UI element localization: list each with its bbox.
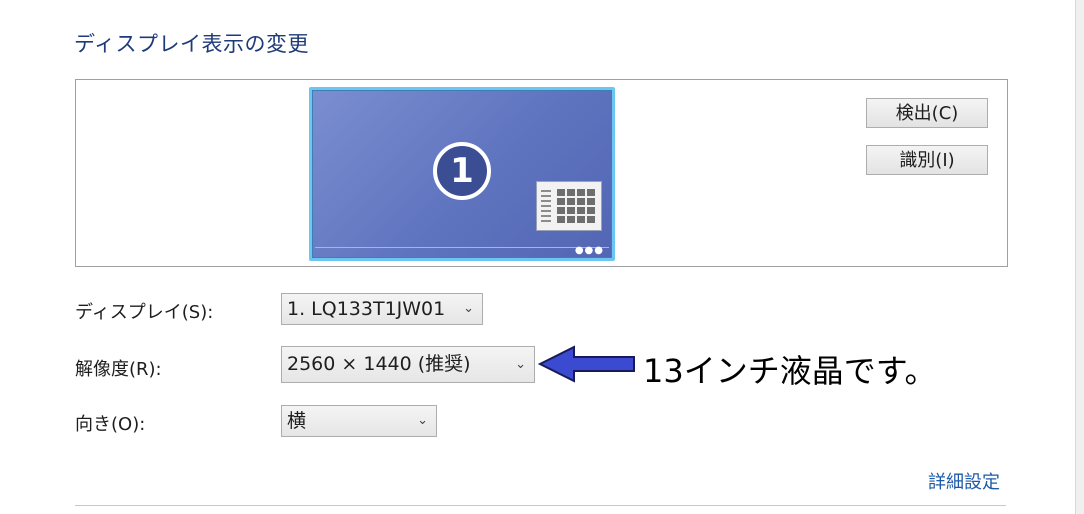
annotation-text: 13インチ液晶です。 [643, 352, 937, 390]
monitor-number-badge: 1 [433, 142, 491, 200]
taskbar-divider [315, 247, 609, 248]
scrollbar[interactable] [1075, 0, 1084, 514]
orientation-select[interactable]: 横 ⌄ [281, 405, 437, 437]
resolution-select[interactable]: 2560 × 1440 (推奨) ⌄ [281, 346, 535, 383]
chevron-down-icon: ⌄ [417, 413, 428, 428]
arrow-left-icon [538, 345, 635, 383]
divider [75, 505, 1006, 506]
advanced-settings-link[interactable]: 詳細設定 [928, 468, 1000, 494]
orientation-label: 向き(O): [75, 414, 146, 435]
display-preview: 1 ●●● 検出(C) 識別(I) [75, 79, 1008, 267]
detect-button[interactable]: 検出(C) [866, 98, 988, 128]
monitor-1[interactable]: 1 ●●● [309, 87, 615, 261]
desktop-window-icon [536, 181, 602, 231]
resolution-select-value: 2560 × 1440 (推奨) [287, 353, 471, 375]
resolution-label: 解像度(R): [75, 359, 162, 380]
identify-button[interactable]: 識別(I) [866, 145, 988, 175]
taskbar-dots-icon: ●●● [574, 245, 604, 256]
display-label: ディスプレイ(S): [75, 302, 214, 323]
display-select[interactable]: 1. LQ133T1JW01 ⌄ [281, 293, 483, 325]
chevron-down-icon: ⌄ [463, 301, 474, 316]
orientation-select-value: 横 [287, 410, 307, 432]
display-select-value: 1. LQ133T1JW01 [287, 298, 446, 320]
page-title: ディスプレイ表示の変更 [74, 32, 310, 56]
chevron-down-icon: ⌄ [515, 357, 526, 372]
